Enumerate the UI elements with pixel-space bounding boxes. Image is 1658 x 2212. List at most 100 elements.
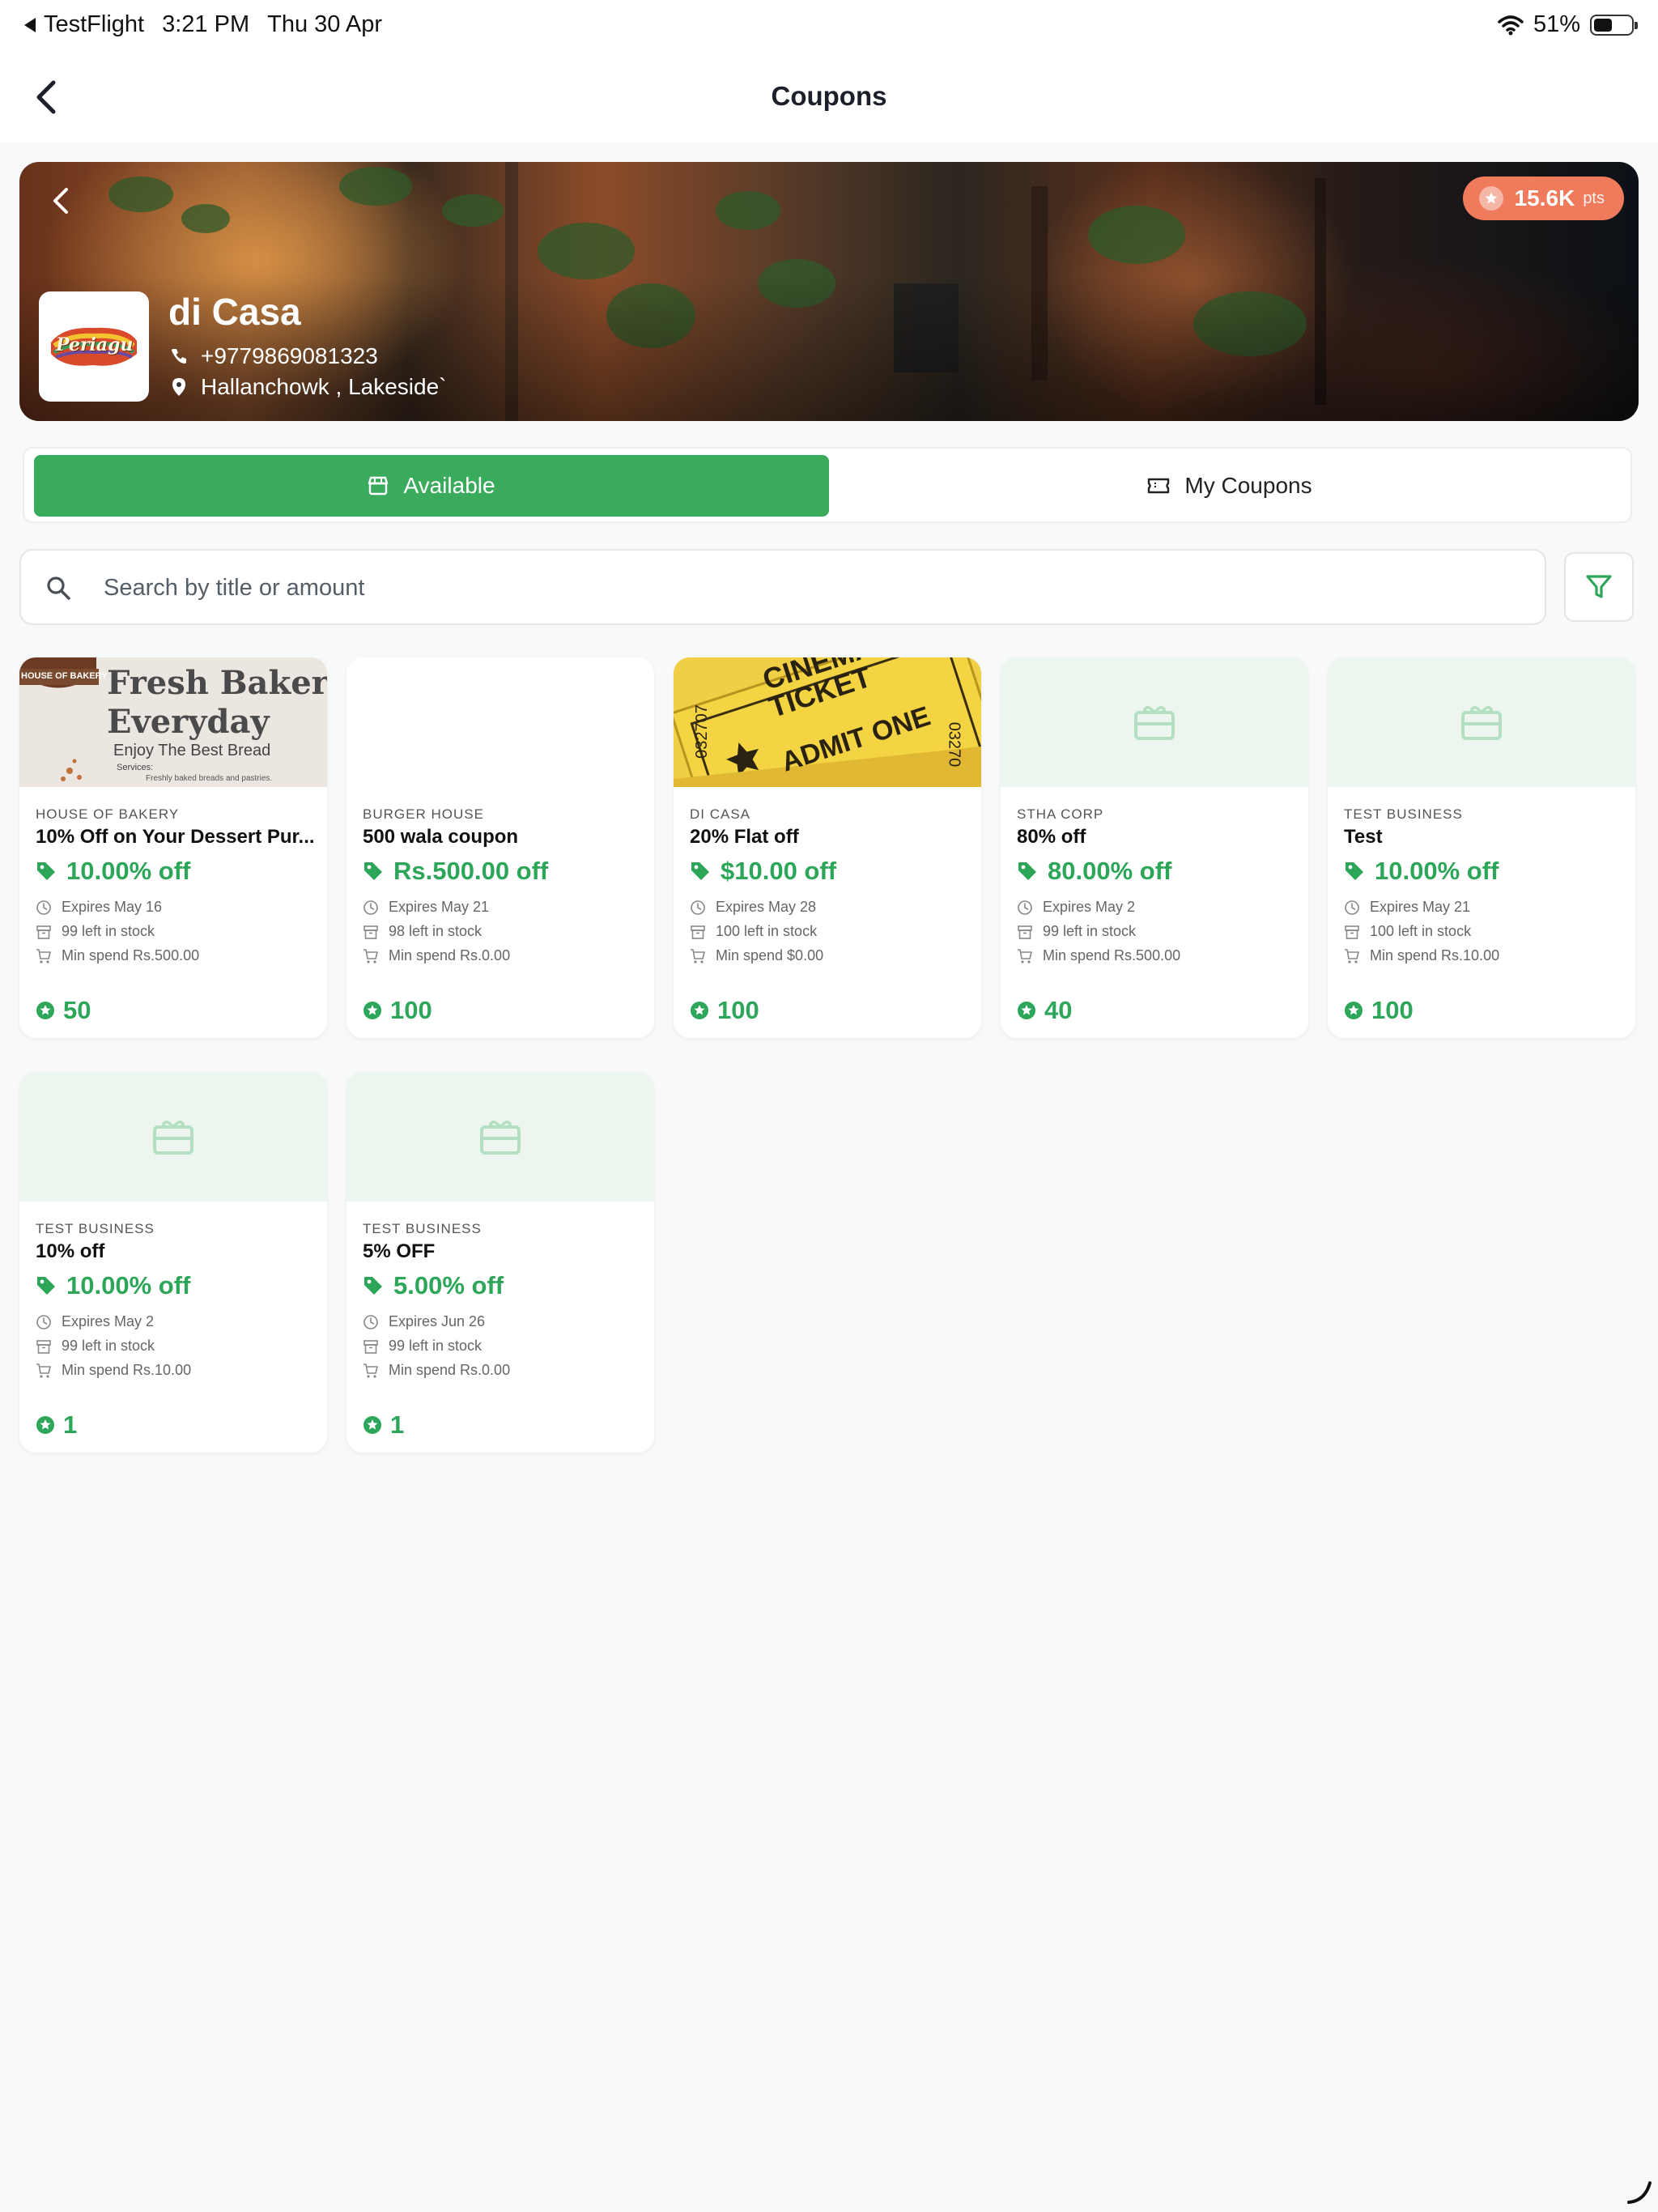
- tab-my-coupons-label: My Coupons: [1184, 473, 1312, 498]
- coupon-stock-row: 99 left in stock: [36, 1338, 155, 1355]
- gift-card-icon: [1134, 706, 1175, 740]
- coupon-expiry: Expires May 16: [62, 899, 163, 915]
- coupon-discount-value: Rs.500.00 off: [393, 857, 549, 885]
- box-icon: [1345, 925, 1359, 939]
- coupon-card[interactable]: STHA CORP 80% off 80.00% off Expires May…: [1001, 657, 1308, 1038]
- points-star-icon: [36, 1002, 54, 1019]
- coupon-stock-row: 99 left in stock: [36, 923, 155, 940]
- phone-icon: [172, 349, 186, 364]
- coupon-stock: 99 left in stock: [62, 923, 155, 939]
- filter-button[interactable]: [1564, 552, 1634, 622]
- search-icon: [47, 576, 70, 600]
- coupon-card[interactable]: CINEMA TICKET ADMIT ONE 032707 03270 DI …: [674, 657, 981, 1038]
- coupon-image: [346, 657, 654, 787]
- coupon-points-value: 1: [63, 1410, 78, 1439]
- coupon-card[interactable]: HOUSE OF BAKERY Fresh Bakeri Everyday En…: [19, 657, 327, 1038]
- coupon-expiry: Expires May 28: [716, 899, 817, 915]
- coupon-stock: 99 left in stock: [389, 1338, 483, 1354]
- coupon-card[interactable]: BURGER HOUSE 500 wala coupon Rs.500.00 o…: [346, 657, 654, 1038]
- coupon-image-placeholder: [1328, 657, 1635, 787]
- gift-card-icon: [480, 1121, 521, 1155]
- coupon-points: 50: [36, 996, 91, 1025]
- clock-icon: [1345, 900, 1359, 915]
- coupon-expiry: Expires May 21: [1370, 899, 1471, 915]
- points-star-icon: [1018, 1002, 1035, 1019]
- coupon-discount: $10.00 off: [690, 857, 836, 886]
- coupon-expiry: Expires May 21: [389, 899, 490, 915]
- cart-icon: [36, 948, 51, 963]
- coupon-stock: 98 left in stock: [389, 923, 483, 939]
- business-phone[interactable]: +9779869081323: [201, 343, 378, 369]
- coupon-discount-value: 10.00% off: [66, 1271, 191, 1300]
- bakery-tagline: Enjoy The Best Bread: [113, 742, 271, 759]
- bakery-services-text: Freshly baked breads and pastries.: [146, 774, 273, 783]
- coupon-card[interactable]: TEST BUSINESS 10% off 10.00% off Expires…: [19, 1072, 327, 1453]
- coupon-discount-value: 5.00% off: [393, 1271, 504, 1300]
- coupon-discount: 10.00% off: [36, 1271, 190, 1300]
- coupon-min-spend-row: Min spend Rs.500.00: [36, 947, 199, 964]
- gift-card-icon: [1461, 706, 1502, 740]
- coupon-discount-value: $10.00 off: [721, 857, 837, 885]
- box-icon: [36, 1339, 51, 1354]
- coupon-discount: Rs.500.00 off: [363, 857, 548, 886]
- status-bar-right: 51%: [1498, 11, 1638, 38]
- business-address: Hallanchowk , Lakeside`: [201, 374, 447, 399]
- points-star-icon: [1478, 186, 1503, 211]
- coupon-image-placeholder: [19, 1072, 327, 1202]
- business-phone-row[interactable]: +9779869081323: [170, 343, 378, 369]
- tab-available-label: Available: [403, 473, 495, 498]
- resize-handle-icon[interactable]: [1626, 2178, 1653, 2206]
- clock-icon: [36, 900, 51, 915]
- coupon-min-spend: Min spend Rs.0.00: [389, 1362, 511, 1378]
- cart-icon: [691, 948, 705, 963]
- gift-card-icon: [153, 1121, 193, 1155]
- search-bar[interactable]: [19, 549, 1546, 625]
- status-time: 3:21 PM: [162, 11, 250, 37]
- coupon-business: TEST BUSINESS: [36, 1221, 155, 1236]
- coupon-title: 10% off: [36, 1240, 105, 1262]
- business-name: di Casa: [168, 291, 301, 333]
- coupon-card[interactable]: TEST BUSINESS Test 10.00% off Expires Ma…: [1328, 657, 1635, 1038]
- tab-my-coupons[interactable]: My Coupons: [832, 455, 1627, 517]
- back-to-app-icon[interactable]: [24, 17, 36, 32]
- coupon-stock: 100 left in stock: [1370, 923, 1472, 939]
- coupon-points: 100: [690, 996, 759, 1025]
- coupon-image-placeholder: [1001, 657, 1308, 787]
- box-icon: [1018, 925, 1032, 939]
- nav-bar: Coupons: [0, 52, 1658, 143]
- back-to-app-label[interactable]: TestFlight: [44, 11, 144, 38]
- points-star-icon: [1345, 1002, 1363, 1019]
- clock-icon: [363, 900, 378, 915]
- coupon-tabs: Available My Coupons: [23, 447, 1632, 523]
- bakery-headline-2: Everyday: [107, 703, 270, 741]
- search-input[interactable]: [104, 568, 1480, 607]
- coupon-title: 500 wala coupon: [363, 826, 519, 848]
- bakery-headline-1: Fresh Bakeri: [107, 664, 327, 702]
- coupon-discount: 10.00% off: [36, 857, 190, 886]
- coupon-stock: 99 left in stock: [1043, 923, 1137, 939]
- cart-icon: [1345, 948, 1359, 963]
- coupon-points: 1: [363, 1410, 404, 1440]
- points-star-icon: [363, 1416, 381, 1434]
- coupon-title: 20% Flat off: [690, 826, 799, 848]
- filter-icon: [1586, 575, 1612, 598]
- coupon-stock-row: 98 left in stock: [363, 923, 482, 940]
- coupon-discount-value: 10.00% off: [66, 857, 191, 885]
- points-unit: pts: [1583, 189, 1605, 207]
- coupon-min-spend-row: Min spend Rs.10.00: [36, 1362, 191, 1379]
- points-badge: 15.6K pts: [1462, 177, 1624, 220]
- tab-available[interactable]: Available: [34, 455, 829, 517]
- coupon-min-spend: Min spend Rs.10.00: [1370, 947, 1500, 963]
- coupon-title: Test: [1344, 826, 1383, 848]
- points-star-icon: [363, 1002, 381, 1019]
- coupon-business: TEST BUSINESS: [363, 1221, 482, 1236]
- coupon-card[interactable]: TEST BUSINESS 5% OFF 5.00% off Expires J…: [346, 1072, 654, 1453]
- location-pin-icon: [172, 378, 185, 396]
- clock-icon: [691, 900, 705, 915]
- coupon-points-value: 100: [1371, 996, 1414, 1024]
- hero-back-icon[interactable]: [47, 185, 76, 217]
- tag-icon: [1018, 862, 1036, 880]
- coupon-stock-row: 99 left in stock: [363, 1338, 482, 1355]
- tag-icon: [37, 1277, 55, 1295]
- cart-icon: [363, 948, 378, 963]
